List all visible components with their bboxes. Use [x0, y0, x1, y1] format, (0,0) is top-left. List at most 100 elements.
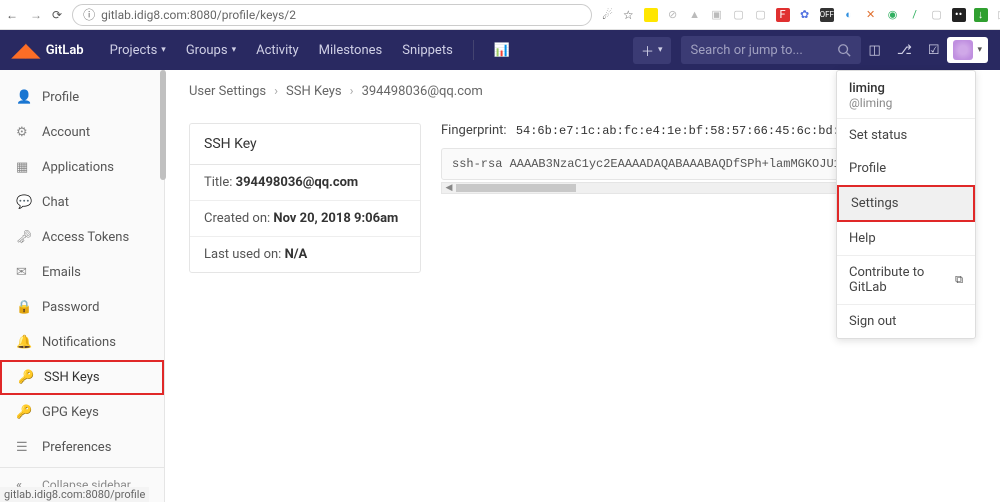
nav-projects[interactable]: Projects▾ — [100, 30, 176, 70]
external-link-icon: ⧉ — [955, 273, 963, 287]
sidebar-item-emails[interactable]: ✉ Emails — [0, 255, 164, 290]
ext-icon[interactable]: / — [908, 8, 922, 22]
search-input[interactable]: Search or jump to... — [681, 36, 861, 64]
ext-icon[interactable]: ▢ — [930, 8, 944, 22]
sidebar-item-preferences[interactable]: ☰Preferences — [0, 430, 164, 465]
prefs-icon: ☰ — [16, 440, 30, 455]
sidebar-item-password[interactable]: 🔒Password — [0, 290, 164, 325]
scroll-thumb[interactable] — [456, 184, 576, 192]
sidebar-item-chat[interactable]: 💬Chat — [0, 185, 164, 220]
sidebar-item-label: SSH Keys — [44, 370, 100, 385]
ext-icon[interactable]: ✿ — [798, 8, 812, 22]
sidebar-item-label: Emails — [42, 265, 81, 280]
ext-icon[interactable]: ◐ — [842, 8, 856, 22]
field-value: Nov 20, 2018 9:06am — [273, 211, 398, 226]
bookmark-icon[interactable]: ☆ — [623, 8, 634, 22]
sidebar-item-access-tokens[interactable]: 🗝Access Tokens — [0, 220, 164, 255]
dropdown-settings[interactable]: Settings — [837, 185, 975, 222]
field-value: N/A — [285, 247, 308, 262]
nav-groups[interactable]: Groups▾ — [176, 30, 246, 70]
nav-activity[interactable]: Activity — [246, 30, 309, 70]
breadcrumb-link[interactable]: SSH Keys — [286, 84, 342, 99]
issues-icon[interactable]: ◫ — [861, 43, 889, 58]
forward-button[interactable]: → — [30, 8, 42, 22]
sidebar-item-ssh-keys[interactable]: 🔑 SSH Keys — [0, 360, 164, 395]
sidebar-item-profile[interactable]: 👤 Profile — [0, 80, 164, 115]
ext-icon[interactable]: ▣ — [710, 8, 724, 22]
breadcrumb-separator: › — [350, 84, 354, 99]
new-button[interactable]: ＋▾ — [633, 37, 671, 64]
nav-milestones[interactable]: Milestones — [309, 30, 393, 70]
dropdown-header: liming @liming — [837, 71, 975, 119]
merge-requests-icon[interactable]: ⎇ — [889, 43, 920, 58]
divider — [473, 40, 474, 60]
ext-icon[interactable]: ▢ — [732, 8, 746, 22]
field-label: Title: — [204, 175, 236, 190]
browser-toolbar: ← → ⟳ ⓘ gitlab.idig8.com:8080/profile/ke… — [0, 0, 1000, 30]
sidebar-item-notifications[interactable]: 🔔Notifications — [0, 325, 164, 360]
gitlab-icon: ◢◣ — [12, 40, 40, 61]
scroll-left-arrow[interactable]: ◀ — [442, 183, 456, 193]
todos-icon[interactable]: ☑ — [920, 43, 948, 58]
sidebar-item-gpg-keys[interactable]: 🔑 GPG Keys — [0, 395, 164, 430]
card-row-created: Created on: Nov 20, 2018 9:06am — [190, 201, 420, 237]
chat-icon: 💬 — [16, 195, 30, 210]
key-icon: 🔑 — [18, 370, 32, 385]
ext-icon[interactable]: ↓ — [974, 8, 988, 22]
dropdown-set-status[interactable]: Set status — [837, 119, 975, 152]
sidebar-item-applications[interactable]: ▦Applications — [0, 150, 164, 185]
field-label: Last used on: — [204, 247, 285, 262]
fingerprint-value: 54:6b:e7:1c:ab:fc:e4:1e:bf:58:57:66:45:6… — [516, 124, 854, 138]
gitlab-logo[interactable]: ◢◣ GitLab — [12, 40, 84, 61]
reload-button[interactable]: ⟳ — [52, 8, 62, 22]
main-content: User Settings › SSH Keys › 394498036@qq.… — [165, 70, 1000, 502]
settings-sidebar: 👤 Profile ⚙ Account ▦Applications 💬Chat 🗝A… — [0, 70, 165, 502]
chevron-down-icon: ▾ — [658, 45, 663, 55]
profile-icon: 👤 — [16, 90, 30, 105]
sidebar-item-label: Profile — [42, 90, 79, 105]
nav-snippets[interactable]: Snippets — [392, 30, 463, 70]
ext-icon[interactable]: •• — [952, 8, 966, 22]
search-placeholder: Search or jump to... — [691, 43, 803, 58]
key-icon: 🔑 — [16, 405, 30, 420]
search-icon — [837, 43, 851, 57]
address-bar[interactable]: ⓘ gitlab.idig8.com:8080/profile/keys/2 — [72, 4, 592, 26]
back-button[interactable]: ← — [6, 8, 18, 22]
chevron-down-icon: ▾ — [161, 45, 166, 55]
gear-icon: ⚙ — [16, 125, 30, 140]
ext-icon[interactable]: OFF — [820, 8, 834, 22]
ext-icon[interactable]: ✕ — [864, 8, 878, 22]
field-label: Created on: — [204, 211, 273, 226]
ext-icon[interactable] — [644, 8, 658, 22]
ext-icon[interactable]: ◉ — [886, 8, 900, 22]
breadcrumb-link[interactable]: User Settings — [189, 84, 266, 99]
extension-icons: ⊘ ▲ ▣ ▢ ▢ F ✿ OFF ◐ ✕ ◉ / ▢ •• ↓ ▷ ⊛ ⋮ — [644, 8, 1000, 22]
sidebar-item-label: Account — [42, 125, 90, 140]
plus-icon: ＋ — [641, 41, 654, 60]
user-dropdown-menu: liming @liming Set status Profile Settin… — [836, 70, 976, 339]
user-menu-button[interactable]: ▾ — [947, 37, 988, 63]
card-row-lastused: Last used on: N/A — [190, 237, 420, 272]
nav-chart-icon[interactable]: 📊 — [484, 30, 520, 70]
ssh-key-card: SSH Key Title: 394498036@qq.com Created … — [189, 123, 421, 273]
sidebar-item-account[interactable]: ⚙ Account — [0, 115, 164, 150]
brand-text: GitLab — [46, 43, 84, 58]
mail-icon: ✉ — [16, 265, 30, 280]
dropdown-sign-out[interactable]: Sign out — [837, 305, 975, 338]
lock-icon: 🔒 — [16, 300, 30, 315]
bell-icon: 🔔 — [16, 335, 30, 350]
ext-icon[interactable]: F — [776, 8, 790, 22]
ext-icon[interactable]: ▲ — [688, 8, 702, 22]
dropdown-profile[interactable]: Profile — [837, 152, 975, 185]
site-info-icon: ⓘ — [83, 6, 95, 23]
translate-icon[interactable]: ☄ — [602, 8, 613, 22]
dropdown-user-name: liming — [849, 81, 963, 96]
browser-status-text: gitlab.idig8.com:8080/profile — [0, 487, 149, 502]
dropdown-user-handle: @liming — [849, 96, 963, 110]
ext-icon[interactable]: ▢ — [754, 8, 768, 22]
ext-icon[interactable]: ⊘ — [666, 8, 680, 22]
sidebar-item-label: GPG Keys — [42, 405, 99, 420]
dropdown-help[interactable]: Help — [837, 222, 975, 255]
ext-icon[interactable]: ▷ — [996, 8, 1000, 22]
dropdown-contribute[interactable]: Contribute to GitLab⧉ — [837, 256, 975, 304]
